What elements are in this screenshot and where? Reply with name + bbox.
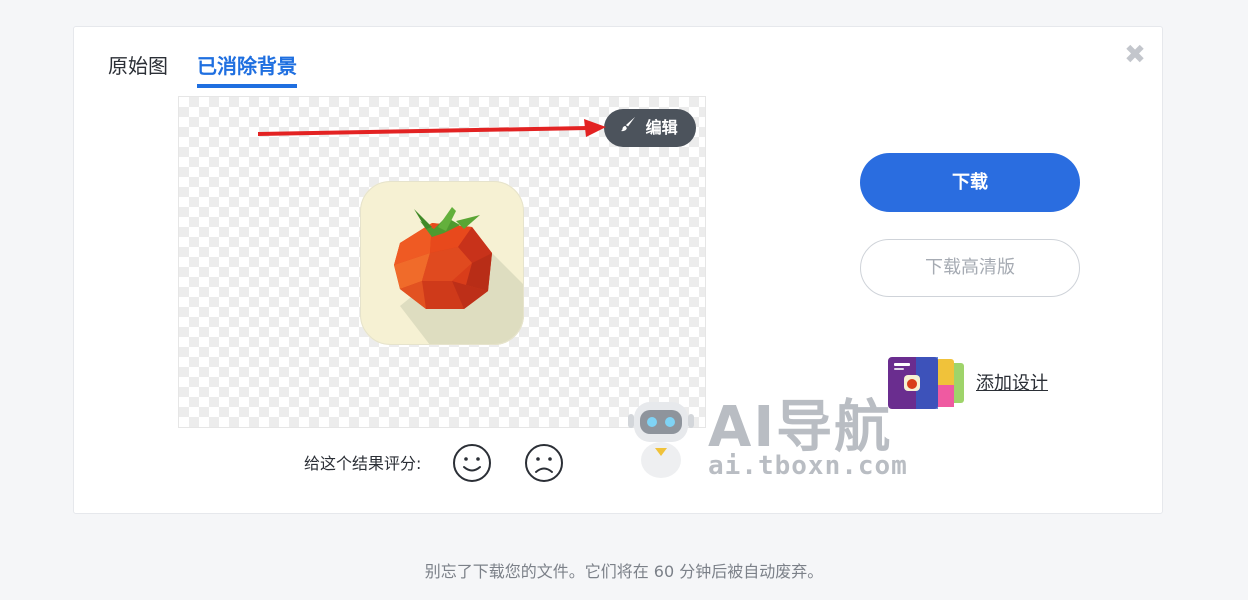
- design-thumbnail[interactable]: [886, 357, 966, 411]
- smiley-happy-icon[interactable]: [452, 443, 492, 483]
- download-hd-button[interactable]: 下载高清版: [860, 239, 1080, 297]
- smiley-sad-icon[interactable]: [524, 443, 564, 483]
- add-design-link[interactable]: 添加设计: [976, 372, 1048, 396]
- robot-watermark-icon: [628, 402, 694, 478]
- edit-button[interactable]: 编辑: [604, 109, 696, 147]
- edit-button-label: 编辑: [645, 118, 678, 137]
- tomato-app-image: [360, 181, 524, 345]
- download-button[interactable]: 下载: [860, 153, 1080, 212]
- brush-icon: [620, 108, 636, 146]
- rating-label: 给这个结果评分:: [304, 454, 422, 473]
- tab-background-removed[interactable]: 已消除背景: [197, 50, 297, 88]
- annotation-arrow: [258, 119, 606, 137]
- tab-original[interactable]: 原始图: [108, 50, 168, 84]
- watermark-url: ai.tboxn.com: [708, 451, 908, 481]
- expiry-notice: 别忘了下载您的文件。它们将在 60 分钟后被自动废弃。: [424, 562, 824, 581]
- result-preview: 编辑: [178, 96, 706, 428]
- close-icon[interactable]: ✖: [1124, 42, 1146, 68]
